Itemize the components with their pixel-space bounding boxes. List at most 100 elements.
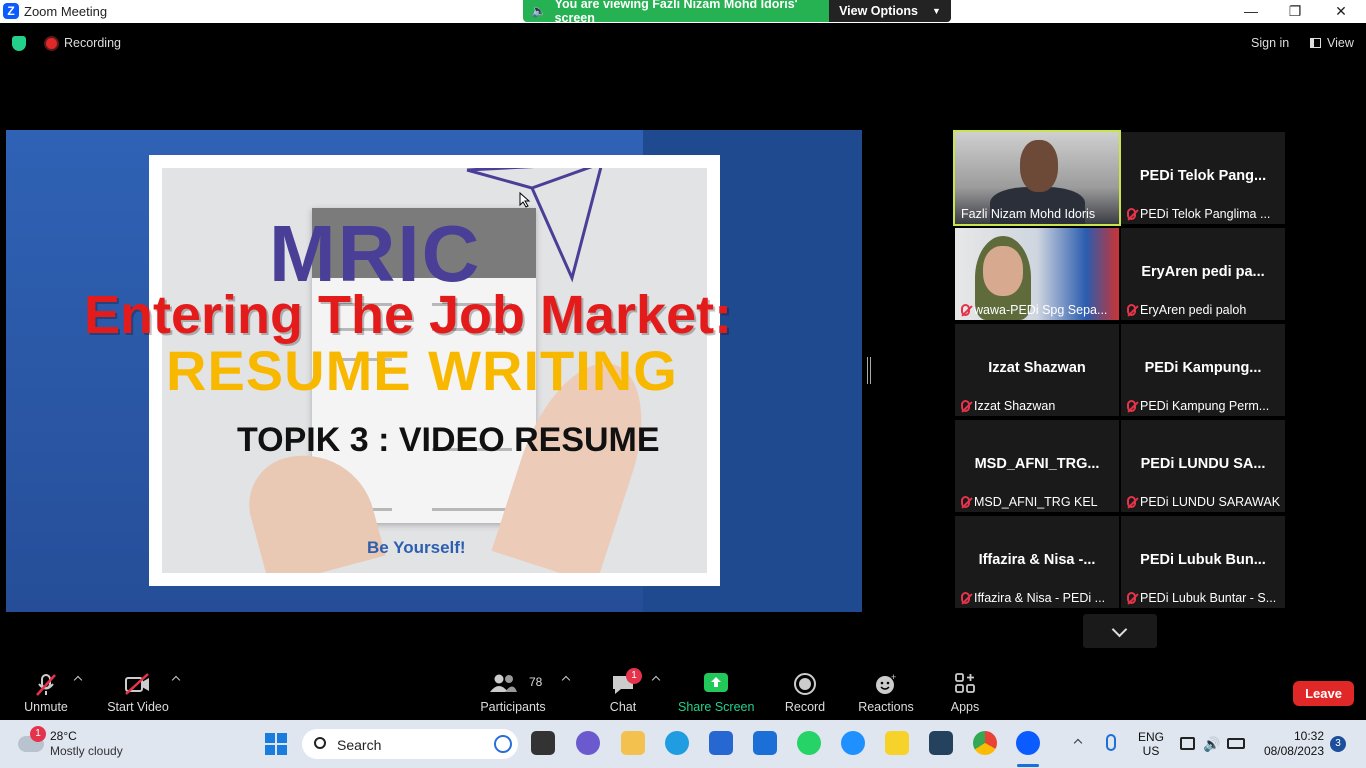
participants-button[interactable]: 78 Participants: [478, 664, 548, 720]
chevron-down-icon: [1111, 621, 1128, 638]
remote-desktop-icon[interactable]: [929, 731, 953, 755]
split-divider-handle[interactable]: [867, 357, 871, 384]
video-off-icon: [125, 673, 149, 695]
close-button[interactable]: ✕: [1318, 0, 1364, 23]
network-icon[interactable]: [1180, 737, 1195, 750]
start-video-button[interactable]: Start Video: [104, 664, 172, 720]
mic-muted-icon: [1127, 304, 1136, 316]
participant-display-name: PEDi Lubuk Bun...: [1140, 552, 1266, 568]
zoom-taskbar-icon[interactable]: [1016, 731, 1040, 755]
reactions-button[interactable]: + Reactions: [856, 664, 916, 720]
share-screen-icon: [704, 673, 728, 692]
chrome-icon[interactable]: [973, 731, 997, 755]
active-app-indicator: [1017, 764, 1039, 767]
apps-label: Apps: [950, 700, 980, 714]
battery-icon[interactable]: [1227, 738, 1245, 749]
help-icon[interactable]: [841, 731, 865, 755]
security-shield-icon[interactable]: [12, 36, 26, 51]
whatsapp-icon[interactable]: [797, 731, 821, 755]
weather-widget[interactable]: 1 28°C Mostly cloudy: [14, 726, 164, 762]
gallery-next-page-button[interactable]: [1083, 614, 1157, 648]
slide-tagline: Be Yourself!: [367, 538, 466, 557]
mic-muted-icon: [1127, 496, 1136, 508]
slide-title-line1: Entering The Job Market:: [84, 285, 733, 345]
participant-name: Fazli Nizam Mohd Idoris: [961, 207, 1096, 221]
windows-start-icon[interactable]: [265, 733, 287, 755]
participant-name: wawa-PEDi Spg Sepa...: [974, 303, 1108, 317]
minimize-button[interactable]: —: [1228, 0, 1274, 23]
svg-text:+: +: [891, 673, 896, 682]
task-view-icon[interactable]: [531, 731, 555, 755]
video-options-caret[interactable]: [171, 675, 181, 685]
restore-button[interactable]: ❐: [1272, 0, 1318, 23]
hp-app-icon[interactable]: [753, 731, 777, 755]
view-button[interactable]: View: [1310, 36, 1354, 50]
participant-label: Izzat Shazwan: [961, 399, 1115, 413]
meeting-toolbar: Unmute Start Video 78 Participants 1 Cha…: [0, 664, 1366, 720]
mic-muted-icon: [1127, 400, 1136, 412]
taskbar-search[interactable]: Search: [302, 729, 518, 759]
apps-icon: [955, 673, 975, 693]
participant-display-name: PEDi Telok Pang...: [1139, 168, 1267, 184]
sticky-notes-icon[interactable]: [885, 731, 909, 755]
participant-label: EryAren pedi paloh: [1127, 303, 1281, 317]
share-status-text: You are viewing Fazli Nizam Mohd Idoris'…: [554, 0, 798, 22]
chat-label: Chat: [609, 700, 637, 714]
mic-muted-icon: [1127, 592, 1136, 604]
audio-options-caret[interactable]: [73, 675, 83, 685]
view-options-button[interactable]: View Options ▼: [829, 0, 951, 22]
participants-icon: [489, 674, 517, 692]
participants-options-caret[interactable]: [561, 675, 571, 685]
participant-display-name: EryAren pedi pa...: [1141, 264, 1265, 280]
participant-label: wawa-PEDi Spg Sepa...: [961, 303, 1115, 317]
chat-options-caret[interactable]: [651, 675, 661, 685]
unmute-label: Unmute: [24, 700, 68, 714]
record-button[interactable]: Record: [780, 664, 830, 720]
clock-date: 08/08/2023: [1263, 744, 1324, 758]
participant-tile[interactable]: Iffazira & Nisa -... Iffazira & Nisa - P…: [955, 516, 1119, 608]
sign-in-link[interactable]: Sign in: [1251, 36, 1289, 50]
volume-icon[interactable]: 🔊: [1203, 736, 1220, 753]
search-placeholder: Search: [337, 737, 382, 753]
participant-tile[interactable]: MSD_AFNI_TRG... MSD_AFNI_TRG KEL: [955, 420, 1119, 512]
participant-tile[interactable]: PEDi Kampung... PEDi Kampung Perm...: [1121, 324, 1285, 416]
participant-name: Iffazira & Nisa - PEDi ...: [974, 591, 1106, 605]
participant-display-name: MSD_AFNI_TRG...: [974, 456, 1100, 472]
unmute-button[interactable]: Unmute: [18, 664, 74, 720]
participant-tile[interactable]: wawa-PEDi Spg Sepa...: [955, 228, 1119, 320]
participants-label: Participants: [480, 700, 546, 714]
weather-badge: 1: [30, 726, 46, 742]
participant-tile[interactable]: PEDi LUNDU SA... PEDi LUNDU SARAWAK: [1121, 420, 1285, 512]
view-label: View: [1327, 36, 1354, 50]
start-video-label: Start Video: [107, 700, 169, 714]
file-explorer-icon[interactable]: [621, 731, 645, 755]
reactions-smiley-icon: +: [876, 673, 896, 694]
speaker-icon: 🔈: [531, 3, 547, 18]
participant-tile[interactable]: EryAren pedi pa... EryAren pedi paloh: [1121, 228, 1285, 320]
language-code: ENG: [1138, 730, 1165, 744]
tray-overflow-icon[interactable]: [1073, 738, 1083, 748]
participant-tile[interactable]: Izzat Shazwan Izzat Shazwan: [955, 324, 1119, 416]
participant-tile[interactable]: PEDi Telok Pang... PEDi Telok Panglima .…: [1121, 132, 1285, 224]
slide-subtitle: TOPIK 3 : VIDEO RESUME: [237, 421, 660, 459]
chat-button[interactable]: 1 Chat: [600, 664, 646, 720]
leave-button[interactable]: Leave: [1293, 681, 1354, 706]
participant-name: MSD_AFNI_TRG KEL: [974, 495, 1098, 509]
mic-muted-icon: [961, 496, 970, 508]
microphone-icon[interactable]: [1106, 734, 1116, 751]
share-screen-button[interactable]: Share Screen: [678, 664, 754, 720]
window-title: Zoom Meeting: [24, 4, 108, 19]
participant-tile[interactable]: Fazli Nizam Mohd Idoris: [953, 130, 1121, 226]
apps-button[interactable]: Apps: [944, 664, 986, 720]
teams-meet-icon[interactable]: [576, 731, 600, 755]
participant-label: PEDi Kampung Perm...: [1127, 399, 1281, 413]
clock[interactable]: 10:32 08/08/2023: [1258, 729, 1324, 759]
microsoft-store-icon[interactable]: [709, 731, 733, 755]
edge-browser-icon[interactable]: [665, 731, 689, 755]
bing-icon[interactable]: [494, 735, 512, 753]
recording-label[interactable]: Recording: [64, 36, 121, 50]
chevron-down-icon: ▼: [932, 6, 941, 16]
participant-tile[interactable]: PEDi Lubuk Bun... PEDi Lubuk Buntar - S.…: [1121, 516, 1285, 608]
notification-badge[interactable]: 3: [1330, 736, 1346, 752]
language-indicator[interactable]: ENG US: [1138, 730, 1164, 758]
